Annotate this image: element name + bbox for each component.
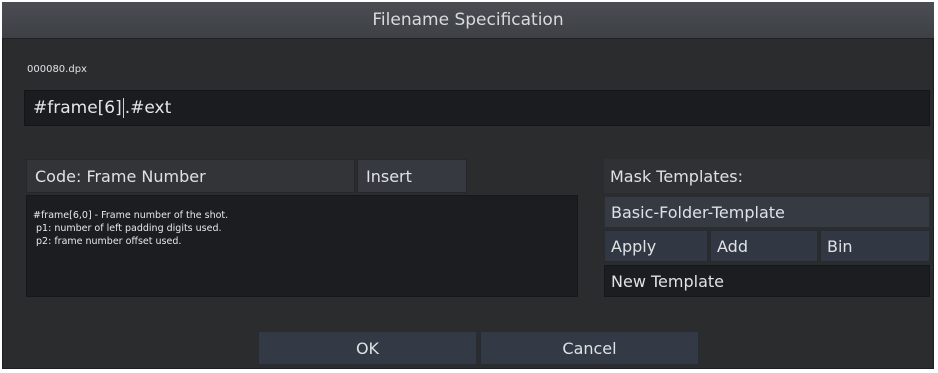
mask-templates-label: Mask Templates: — [604, 159, 930, 193]
new-template-name-input[interactable]: New Template — [604, 265, 930, 297]
filename-mask-input[interactable]: #frame[6] .#ext — [24, 90, 930, 126]
code-type-dropdown[interactable]: Code: Frame Number — [26, 159, 355, 193]
text-caret — [122, 98, 124, 118]
code-help-text: #frame[6,0] - Frame number of the shot. … — [26, 195, 578, 297]
insert-button[interactable]: Insert — [357, 159, 467, 193]
ok-button[interactable]: OK — [258, 331, 477, 365]
add-template-button[interactable]: Add — [710, 230, 818, 262]
filename-specification-dialog: Filename Specification 000080.dpx #frame… — [2, 2, 934, 369]
mask-text-before-caret: #frame[6] — [33, 98, 122, 118]
template-dropdown[interactable]: Basic-Folder-Template — [604, 196, 930, 228]
filename-preview: 000080.dpx — [27, 64, 87, 75]
help-line: p2: frame number offset used. — [33, 236, 182, 247]
cancel-button[interactable]: Cancel — [480, 331, 699, 365]
mask-text-after-caret: .#ext — [124, 98, 172, 118]
dialog-title: Filename Specification — [2, 2, 934, 39]
bin-template-button[interactable]: Bin — [820, 230, 930, 262]
help-line: #frame[6,0] - Frame number of the shot. — [33, 210, 229, 221]
apply-template-button[interactable]: Apply — [604, 230, 708, 262]
help-line: p1: number of left padding digits used. — [33, 223, 222, 234]
